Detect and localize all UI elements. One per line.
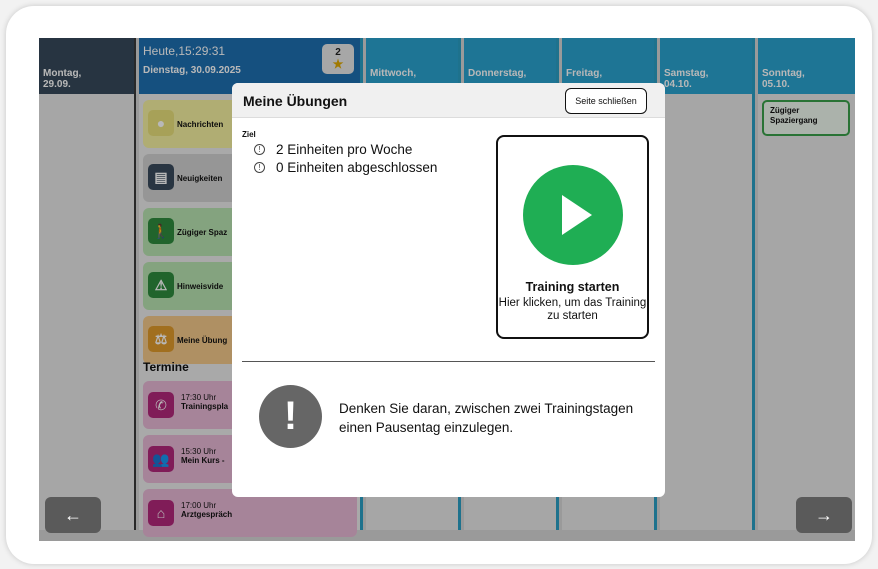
goal-label: Ziel (242, 130, 256, 139)
tablet-frame: Montag, 29.09. Heute,15:29:31 Dienstag, … (6, 6, 872, 564)
start-training-button[interactable]: Training starten Hier klicken, um das Tr… (496, 135, 649, 339)
training-title: Training starten (525, 280, 620, 294)
divider (242, 361, 655, 362)
exclamation-icon: ! (259, 385, 322, 448)
next-week-button[interactable]: → (796, 497, 852, 533)
goal-item: ! 2 Einheiten pro Woche (254, 142, 412, 157)
rest-day-hint: Denken Sie daran, zwischen zwei Training… (339, 401, 634, 435)
arrow-right-icon: → (815, 504, 833, 525)
close-page-button[interactable]: Seite schließen (565, 88, 647, 114)
play-icon (523, 165, 623, 265)
goal-item: ! 0 Einheiten abgeschlossen (254, 160, 437, 175)
arrow-left-icon: ← (64, 504, 82, 525)
training-subtitle: Hier klicken, um das Training zu starten (498, 297, 647, 322)
calendar-screen: Montag, 29.09. Heute,15:29:31 Dienstag, … (39, 38, 855, 541)
dialog-header: Meine Übungen Seite schließen (232, 83, 665, 118)
dialog-title: Meine Übungen (243, 93, 348, 109)
info-icon: ! (254, 144, 265, 155)
previous-week-button[interactable]: ← (45, 497, 101, 533)
info-icon: ! (254, 162, 265, 173)
my-exercises-dialog: Meine Übungen Seite schließen Ziel ! 2 E… (232, 83, 665, 497)
